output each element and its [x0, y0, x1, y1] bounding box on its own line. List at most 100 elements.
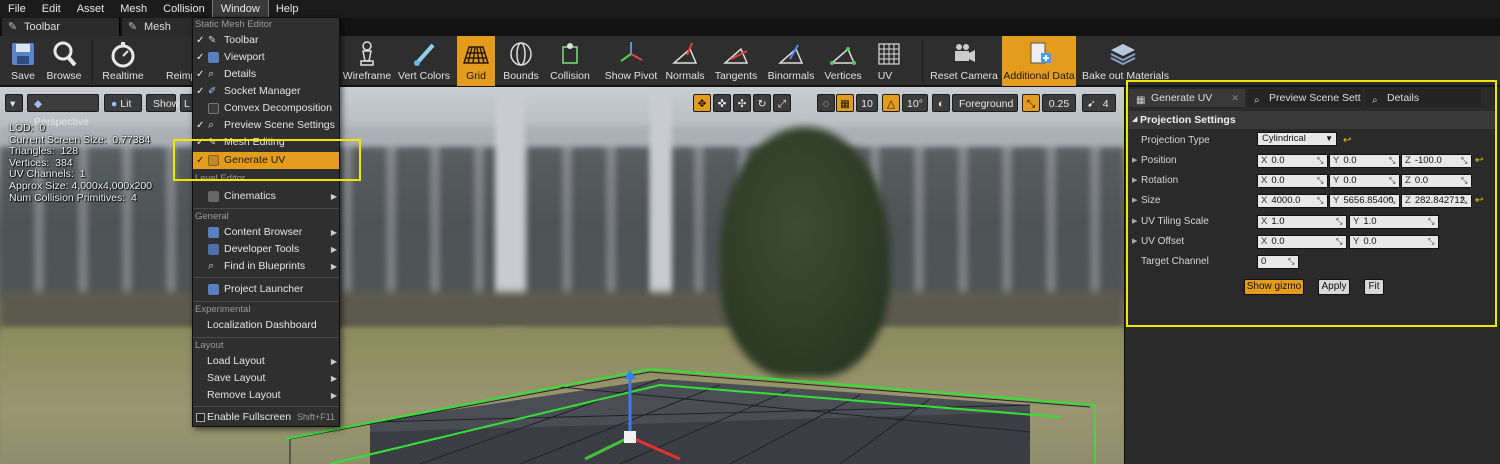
checkmark-icon: ✓ [196, 35, 205, 46]
bounds-icon [510, 42, 532, 66]
vert-colors-button[interactable]: Vert Colors [398, 36, 450, 86]
sphere-icon: ● [111, 98, 118, 110]
menu-item-project-launcher[interactable]: Project Launcher [193, 281, 339, 298]
menu-item-localization-dashboard[interactable]: Localization Dashboard [193, 317, 339, 334]
menu-window[interactable]: Window [211, 0, 269, 19]
menu-divider [193, 208, 339, 209]
menu-item-convex-decomposition[interactable]: Convex Decomposition [193, 100, 339, 117]
content-browser-icon [208, 227, 219, 238]
normals-button[interactable]: Normals [664, 36, 706, 86]
menu-item-save-layout[interactable]: Save Layout ▶ [193, 370, 339, 387]
menu-divider [193, 337, 339, 338]
gizmo-center[interactable] [624, 431, 636, 443]
grid-snap-toggle[interactable]: ▦ [836, 94, 854, 112]
menu-divider [193, 277, 339, 278]
pivot-icon [620, 42, 643, 62]
search-icon: ⌕ [208, 68, 215, 80]
scale-snap-value[interactable]: 0.25 [1042, 94, 1076, 112]
tab-toolbar[interactable]: ✎ Toolbar [2, 18, 120, 36]
menu-item-find-in-blueprints[interactable]: ⌕ Find in Blueprints ▶ [193, 258, 339, 275]
tangents-icon [723, 47, 749, 64]
bake-out-materials-button[interactable]: Bake out Materials [1082, 36, 1169, 86]
globe-button[interactable]: ◌ [817, 94, 835, 112]
stat-collision-primitives: Num Collision Primitives: 4 [9, 191, 137, 204]
magnifier-icon [53, 41, 77, 67]
show-button[interactable]: Show [146, 94, 179, 112]
submenu-arrow-icon: ▶ [330, 357, 337, 366]
tangents-button[interactable]: Tangents [712, 36, 760, 86]
grid-button[interactable]: Grid [457, 36, 495, 86]
menu-file[interactable]: File [0, 0, 34, 18]
menu-asset[interactable]: Asset [69, 0, 113, 18]
checkbox[interactable] [196, 413, 205, 422]
binormals-button[interactable]: Binormals [766, 36, 816, 86]
uv-button[interactable]: UV [868, 36, 910, 86]
menu-edit[interactable]: Edit [34, 0, 69, 18]
rotate-mode-button[interactable]: ✜ [713, 94, 731, 112]
rotation-snap-value[interactable]: 10° [902, 94, 928, 112]
foreground-dropdown[interactable]: Foreground [952, 94, 1018, 112]
menu-item-remove-layout[interactable]: Remove Layout ▶ [193, 387, 339, 404]
section-static-mesh-editor: Static Mesh Editor [195, 19, 273, 30]
additional-data-button[interactable]: Additional Data [1002, 36, 1076, 86]
tab-mesh-editing[interactable]: ✎ Mesh Editing [122, 18, 194, 36]
menu-item-viewport[interactable]: ✓ Viewport [193, 49, 339, 66]
menu-mesh[interactable]: Mesh [112, 0, 155, 18]
menu-item-cinematics[interactable]: Cinematics ▶ [193, 188, 339, 205]
realtime-button[interactable]: Realtime [100, 36, 146, 86]
menu-item-socket-manager[interactable]: ✓ ✐ Socket Manager [193, 83, 339, 100]
convex-icon [208, 103, 219, 114]
clapperboard-icon [208, 191, 219, 202]
camera-speed-button[interactable]: ➹ 4 [1082, 94, 1116, 112]
menu-item-content-browser[interactable]: Content Browser ▶ [193, 224, 339, 241]
checkmark-icon: ✓ [196, 52, 205, 63]
stopwatch-icon [111, 42, 135, 68]
toolbar-separator [922, 40, 923, 82]
document-plus-icon [1030, 42, 1051, 64]
scale-snap-icon: ⤡ [1026, 98, 1036, 110]
grid-snap-icon: ▦ [840, 98, 850, 110]
grid-snap-value[interactable]: 10 [856, 94, 878, 112]
normals-icon [672, 42, 698, 64]
surface-snap-button[interactable]: ⤢ [773, 94, 791, 112]
grid-icon [462, 46, 490, 64]
stat-lod: LOD: 0 [9, 122, 46, 134]
menu-divider [193, 301, 339, 302]
reimport-button[interactable]: Reimport [160, 36, 196, 86]
rotation-snap-toggle[interactable]: △ [882, 94, 900, 112]
world-local-button[interactable]: ↻ [753, 94, 771, 112]
wireframe-button[interactable]: Wireframe [342, 36, 392, 86]
vertices-button[interactable]: Vertices [822, 36, 864, 86]
scale-snap-toggle[interactable]: ⤡ [1022, 94, 1040, 112]
reset-camera-button[interactable]: Reset Camera [930, 36, 998, 86]
menu-collision[interactable]: Collision [155, 0, 213, 18]
layer-icon-button[interactable]: ◐ [932, 94, 950, 112]
viewport[interactable]: ▾ ◆ Perspective ● Lit Show L ✥ ✜ ✣ ↻ ⤢ ◌… [0, 87, 1124, 464]
lit-button[interactable]: ● Lit [104, 94, 142, 112]
vertices-icon [830, 47, 856, 65]
rotate-icon: ✜ [717, 98, 727, 110]
wrench-icon: ✎ [128, 21, 138, 33]
menu-item-preview-scene-settings[interactable]: ✓ ⌕ Preview Scene Settings [193, 117, 339, 134]
tab-mesh-editing-label: Mesh Editing [144, 21, 171, 33]
scale-mode-button[interactable]: ✣ [733, 94, 751, 112]
menu-help[interactable]: Help [268, 0, 307, 18]
save-button[interactable]: Save [4, 36, 42, 86]
wrench-icon: ✎ [8, 21, 18, 33]
chevron-down-icon: ▾ [10, 98, 16, 110]
menu-item-enable-fullscreen[interactable]: Enable Fullscreen Shift+F11 [193, 409, 339, 426]
show-pivot-button[interactable]: Show Pivot [604, 36, 658, 86]
uv-grid-icon [878, 43, 900, 65]
menu-item-load-layout[interactable]: Load Layout ▶ [193, 353, 339, 370]
translate-mode-button[interactable]: ✥ [693, 94, 711, 112]
bounds-button[interactable]: Bounds [502, 36, 540, 86]
menu-item-developer-tools[interactable]: Developer Tools ▶ [193, 241, 339, 258]
stat-approx-size: Approx Size: 4,000x4,000x200 [9, 179, 153, 192]
menu-item-details[interactable]: ✓ ⌕ Details [193, 66, 339, 83]
collision-button[interactable]: Collision [546, 36, 594, 86]
viewport-options-button[interactable]: ▾ [5, 94, 23, 112]
menu-item-toolbar[interactable]: ✓ ✎ Toolbar [193, 32, 339, 49]
browse-button[interactable]: Browse [44, 36, 84, 86]
perspective-button[interactable]: ◆ Perspective [27, 94, 99, 128]
submenu-arrow-icon: ▶ [330, 245, 337, 254]
